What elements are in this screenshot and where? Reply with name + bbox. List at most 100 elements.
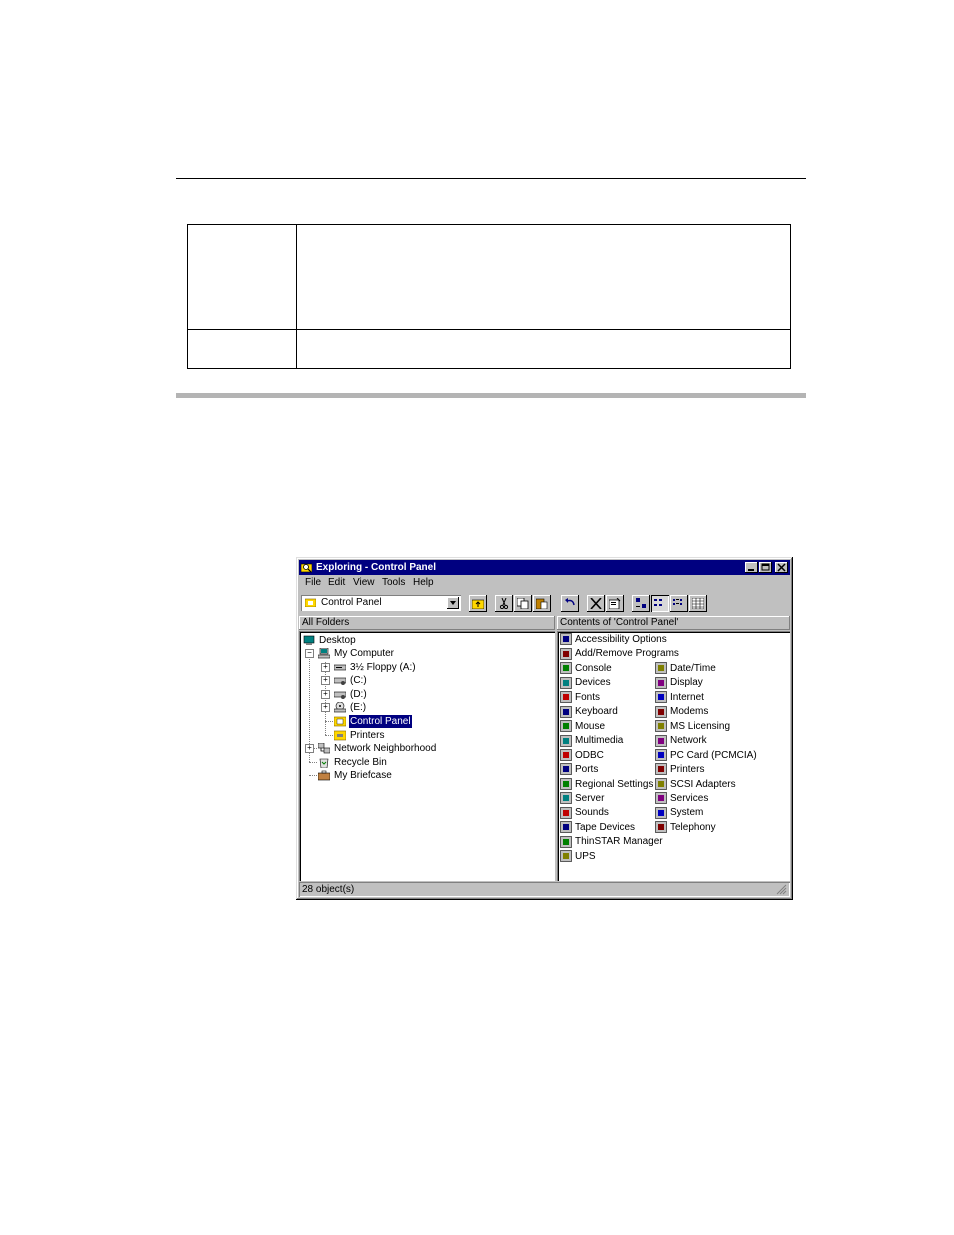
- menu-bar: File Edit View Tools Help: [299, 576, 790, 592]
- collapse-my-computer[interactable]: −: [305, 649, 314, 658]
- control-panel-item-label: Add/Remove Programs: [575, 648, 679, 660]
- control-panel-item-label: Ports: [575, 764, 599, 776]
- expand-c[interactable]: +: [321, 676, 330, 685]
- control-panel-item[interactable]: Services: [655, 792, 708, 806]
- control-panel-item[interactable]: Modems: [655, 705, 708, 719]
- control-panel-item[interactable]: Devices: [560, 676, 611, 690]
- tree-item[interactable]: (D:): [334, 688, 368, 701]
- expand-floppy[interactable]: +: [321, 663, 330, 672]
- control-panel-item[interactable]: PC Card (PCMCIA): [655, 749, 757, 763]
- address-value: Control Panel: [321, 597, 382, 608]
- resize-grip-icon[interactable]: [776, 884, 787, 895]
- tree-item[interactable]: (E:): [334, 701, 367, 714]
- cut-button[interactable]: [495, 595, 513, 612]
- applet-icon: [655, 821, 667, 834]
- list-view-button[interactable]: [670, 595, 688, 612]
- tree-item-selected[interactable]: Control Panel: [334, 715, 412, 728]
- chevron-down-icon[interactable]: [447, 597, 459, 609]
- table-cell: [187, 224, 297, 330]
- control-panel-item[interactable]: Fonts: [560, 691, 600, 705]
- undo-button[interactable]: [561, 595, 579, 612]
- tree-line: [325, 735, 333, 736]
- control-panel-item[interactable]: Telephony: [655, 821, 716, 835]
- applet-icon: [560, 691, 572, 703]
- applet-icon: [560, 734, 572, 747]
- menu-file[interactable]: File: [305, 577, 321, 588]
- tree-item[interactable]: Printers: [334, 729, 385, 742]
- control-panel-item-label: Telephony: [670, 821, 716, 833]
- tree-item[interactable]: 3½ Floppy (A:): [334, 661, 417, 674]
- control-panel-item-label: Network: [670, 735, 707, 747]
- minimize-icon: [748, 569, 754, 571]
- applet-icon: [655, 763, 667, 776]
- tree-item[interactable]: Recycle Bin: [318, 756, 388, 769]
- menu-help[interactable]: Help: [413, 577, 434, 588]
- control-panel-item-label: PC Card (PCMCIA): [670, 749, 757, 761]
- control-panel-item[interactable]: ODBC: [560, 749, 604, 763]
- tree-item[interactable]: (C:): [334, 674, 368, 687]
- control-panel-item[interactable]: SCSI Adapters: [655, 778, 736, 792]
- control-panel-item-label: Display: [670, 677, 703, 689]
- tree-item[interactable]: My Computer: [318, 647, 395, 660]
- control-panel-item[interactable]: Keyboard: [560, 705, 618, 719]
- control-panel-item[interactable]: Multimedia: [560, 734, 623, 748]
- menu-tools[interactable]: Tools: [382, 577, 405, 588]
- control-panel-item[interactable]: Accessibility Options: [560, 633, 667, 647]
- control-panel-item[interactable]: System: [655, 806, 703, 820]
- applet-icon: [655, 676, 667, 689]
- expand-d[interactable]: +: [321, 690, 330, 699]
- control-panel-item[interactable]: UPS: [560, 850, 596, 864]
- control-panel-item[interactable]: Server: [560, 792, 604, 806]
- paste-button[interactable]: [533, 595, 551, 612]
- control-panel-item-label: Regional Settings: [575, 778, 654, 790]
- up-one-level-button[interactable]: [469, 595, 487, 612]
- large-icons-button[interactable]: [632, 595, 650, 612]
- maximize-button[interactable]: [759, 562, 772, 573]
- control-panel-item[interactable]: MS Licensing: [655, 720, 730, 734]
- copy-button[interactable]: [514, 595, 532, 612]
- control-panel-item[interactable]: Regional Settings: [560, 778, 653, 792]
- control-panel-item[interactable]: Display: [655, 676, 703, 690]
- control-panel-item[interactable]: Network: [655, 734, 707, 748]
- minimize-button[interactable]: [745, 562, 758, 573]
- menu-edit[interactable]: Edit: [328, 577, 345, 588]
- tree-item[interactable]: Desktop: [303, 634, 357, 647]
- control-panel-item[interactable]: Ports: [560, 763, 598, 777]
- control-panel-item[interactable]: Internet: [655, 691, 704, 705]
- status-bar: 28 object(s): [299, 882, 790, 897]
- control-panel-item[interactable]: Sounds: [560, 806, 609, 820]
- list-icon: [673, 599, 682, 605]
- expand-network[interactable]: +: [305, 744, 314, 753]
- control-panel-item-label: ODBC: [575, 749, 604, 761]
- applet-icon: [655, 705, 667, 718]
- control-panel-item[interactable]: Tape Devices: [560, 821, 635, 835]
- small-icons-button[interactable]: [651, 595, 669, 612]
- control-panel-item[interactable]: Printers: [655, 763, 704, 777]
- title-bar[interactable]: Exploring - Control Panel: [299, 560, 790, 575]
- control-panel-item[interactable]: Mouse: [560, 720, 605, 734]
- tree-line: [309, 762, 317, 763]
- applet-icon: [560, 821, 572, 834]
- close-button[interactable]: [775, 562, 788, 573]
- control-panel-item-label: SCSI Adapters: [670, 778, 736, 790]
- applet-icon: [560, 792, 572, 805]
- control-panel-item-label: Console: [575, 662, 612, 674]
- applet-icon: [560, 778, 572, 790]
- tree-item[interactable]: Network Neighborhood: [318, 742, 437, 755]
- address-combo[interactable]: Control Panel: [301, 595, 461, 611]
- control-panel-item-label: Mouse: [575, 720, 606, 732]
- tree-item[interactable]: My Briefcase: [318, 769, 393, 782]
- delete-button[interactable]: [587, 595, 605, 612]
- drive-icon: [334, 677, 346, 685]
- control-panel-item[interactable]: Console: [560, 662, 612, 676]
- details-view-button[interactable]: [689, 595, 707, 612]
- properties-button[interactable]: [606, 595, 624, 612]
- control-panel-item-label: Multimedia: [575, 735, 624, 747]
- control-panel-item[interactable]: Add/Remove Programs: [560, 647, 679, 661]
- section-divider: [176, 393, 806, 398]
- control-panel-item[interactable]: ThinSTAR Manager: [560, 835, 663, 849]
- menu-view[interactable]: View: [353, 577, 375, 588]
- control-panel-item[interactable]: Date/Time: [655, 662, 716, 676]
- expand-e[interactable]: +: [321, 703, 330, 712]
- recycle-bin-icon: [319, 758, 329, 768]
